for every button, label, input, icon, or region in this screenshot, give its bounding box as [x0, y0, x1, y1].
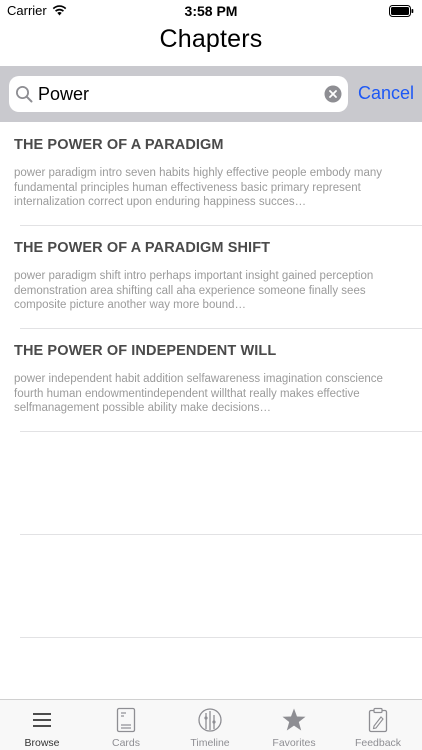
tab-browse[interactable]: Browse: [0, 700, 84, 750]
chapter-title: THE POWER OF INDEPENDENT WILL: [14, 343, 277, 359]
divider: [20, 637, 422, 638]
chapter-title: THE POWER OF A PARADIGM: [14, 137, 224, 153]
list-icon: [33, 713, 51, 727]
tab-label: Feedback: [354, 737, 402, 749]
list-item[interactable]: THE POWER OF A PARADIGM SHIFT power para…: [0, 225, 422, 328]
tab-favorites[interactable]: Favorites: [252, 700, 336, 750]
chapter-snippet: power paradigm intro seven habits highly…: [14, 167, 382, 208]
page-title: Chapters: [159, 25, 263, 53]
feedback-icon: [368, 707, 388, 733]
battery-icon: [389, 5, 414, 17]
tab-label: Timeline: [190, 737, 230, 749]
list-item[interactable]: THE POWER OF INDEPENDENT WILL power inde…: [0, 328, 422, 431]
tab-label: Browse: [24, 737, 60, 749]
clear-icon[interactable]: [324, 85, 342, 103]
search-bar: Cancel: [0, 66, 422, 122]
clock: 3:58 PM: [184, 3, 238, 19]
cancel-button[interactable]: Cancel: [358, 83, 414, 104]
search-input[interactable]: [38, 76, 323, 112]
list-item[interactable]: THE POWER OF A PARADIGM power paradigm i…: [0, 122, 422, 225]
tab-feedback[interactable]: Feedback: [336, 700, 420, 750]
star-icon: [282, 708, 306, 731]
cards-icon: [116, 707, 136, 733]
search-field[interactable]: [9, 76, 348, 112]
chapter-snippet: power independent habit addition selfawa…: [14, 373, 383, 414]
search-icon: [16, 86, 33, 103]
status-bar: Carrier 3:58 PM: [0, 0, 422, 22]
tab-bar: Browse Cards Timeline Favorites Feedback: [0, 699, 422, 750]
tab-label: Favorites: [272, 737, 316, 749]
tab-cards[interactable]: Cards: [84, 700, 168, 750]
tab-timeline[interactable]: Timeline: [168, 700, 252, 750]
tab-label: Cards: [111, 737, 140, 749]
divider: [20, 431, 422, 432]
chapter-snippet: power paradigm shift intro perhaps impor…: [14, 270, 374, 311]
timeline-icon: [198, 708, 222, 732]
divider: [20, 534, 422, 535]
chapter-title: THE POWER OF A PARADIGM SHIFT: [14, 240, 271, 256]
